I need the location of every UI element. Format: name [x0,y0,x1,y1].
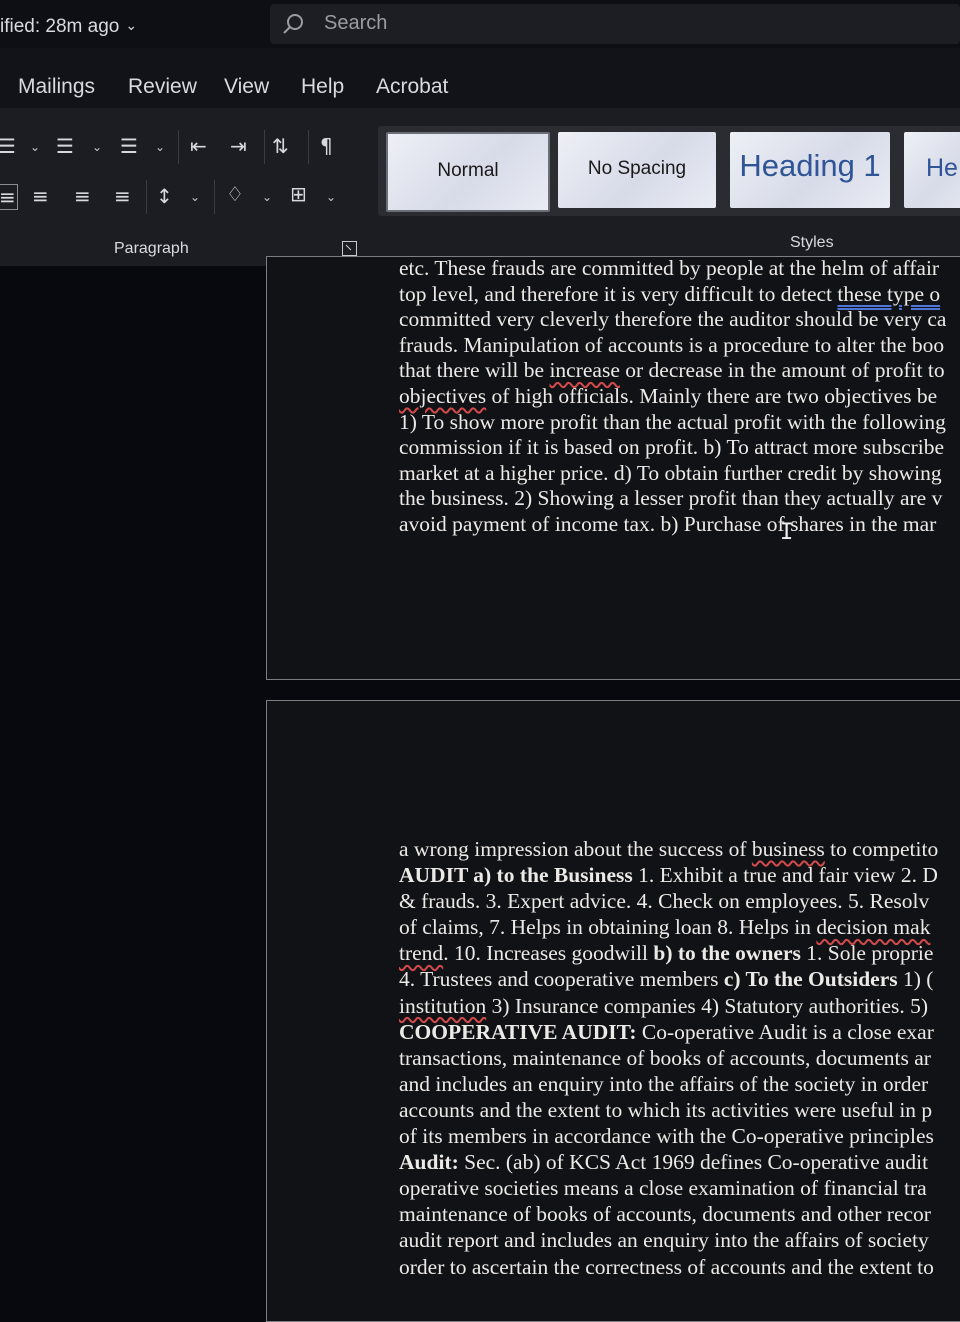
bullets-icon[interactable]: ☰ [0,134,16,158]
text-fragment: Audit: Sec. (ab) of KCS Act 1969 defines… [399,1150,929,1175]
justify-icon[interactable]: ≡ [114,184,131,208]
tab-help[interactable]: Help [301,75,344,99]
text-line: operative societies means a close examin… [399,1176,927,1201]
title-bar: ified: 28m ago ⌄ Search [0,0,960,48]
text-line: of its members in accordance with the Co… [399,1124,934,1149]
text-line: order to ascertain the correctness of ac… [399,1254,934,1279]
text-fragment: that there will be increase or decrease … [399,358,945,383]
multilevel-list-icon[interactable]: ☰ [120,134,138,158]
tab-mailings[interactable]: Mailings [18,75,95,99]
sort-icon[interactable]: ⇅ [272,134,289,158]
chevron-down-icon[interactable]: ⌄ [92,140,102,154]
text-line: institution 3) Insurance companies 4) St… [399,993,938,1019]
text-line: market at a higher price. d) To obtain f… [399,460,942,485]
divider [214,180,215,214]
search-icon [280,12,306,43]
text-line: COOPERATIVE AUDIT: Co-operative Audit is… [399,1019,938,1045]
text-line: & frauds. 3. Expert advice. 4. Check on … [399,889,930,914]
line-spacing-icon[interactable]: ↕ [156,184,173,208]
last-modified-text: ified: 28m ago [0,16,120,37]
text-line: commission if it is based on profit. b) … [399,435,945,460]
borders-icon[interactable]: ⊞ [290,182,307,206]
styles-gallery: Normal No Spacing Heading 1 He [378,126,960,216]
styles-group-label: Styles [790,234,834,251]
text-line: audit report and includes an enquiry int… [399,1228,929,1253]
align-right-icon[interactable]: ≡ [74,184,91,208]
increase-indent-icon[interactable]: ⇥ [230,134,247,158]
text-line: of claims, 7. Helps in obtaining loan 8.… [399,914,938,940]
chevron-down-icon[interactable]: ⌄ [262,190,272,204]
style-normal[interactable]: Normal [386,132,550,212]
chevron-down-icon: ⌄ [125,17,138,33]
text-fragment: institution 3) Insurance companies 4) St… [399,993,929,1018]
text-line: trend. 10. Increases goodwill b) to the … [399,940,938,966]
text-line: top level, and therefore it is very diff… [399,282,946,308]
chevron-down-icon[interactable]: ⌄ [326,190,336,204]
page-1-text[interactable]: etc. These frauds are committed by peopl… [399,256,946,538]
text-line: etc. These frauds are committed by peopl… [399,256,940,280]
text-line: frauds. Manipulation of accounts is a pr… [399,332,945,357]
style-normal-label: Normal [437,160,499,181]
last-modified-button[interactable]: ified: 28m ago ⌄ [0,16,137,38]
text-line: Audit: Sec. (ab) of KCS Act 1969 defines… [399,1149,938,1175]
tab-view[interactable]: View [224,75,269,99]
text-fragment: of claims, 7. Helps in obtaining loan 8.… [399,915,931,940]
search-box[interactable]: Search [270,4,960,44]
style-heading-2-label: He [926,154,958,182]
shading-icon[interactable]: ♢ [226,182,244,206]
text-line: the business. 2) Showing a lesser profit… [399,486,943,511]
text-fragment: a wrong impression about the success of … [399,837,939,861]
divider [146,180,147,214]
paragraph-group-label: Paragraph [114,240,189,257]
chevron-down-icon[interactable]: ⌄ [155,140,165,154]
tab-acrobat[interactable]: Acrobat [376,75,448,99]
text-line: AUDIT a) to the Business 1. Exhibit a tr… [399,862,938,888]
show-formatting-marks-icon[interactable]: ¶ [320,134,333,158]
tab-review[interactable]: Review [128,75,197,99]
style-no-spacing[interactable]: No Spacing [558,132,716,208]
text-line: that there will be increase or decrease … [399,358,946,384]
text-fragment: COOPERATIVE AUDIT: Co-operative Audit is… [399,1019,934,1044]
align-left-icon[interactable]: ≡ [0,184,18,210]
text-fragment: 4. Trustees and cooperative members c) T… [399,967,934,992]
divider [264,130,265,164]
text-line: 1) To show more profit than the actual p… [399,409,946,434]
decrease-indent-icon[interactable]: ⇤ [190,134,207,158]
text-line: transactions, maintenance of books of ac… [399,1045,931,1070]
ribbon-tabs: Mailings Review View Help Acrobat [0,48,960,108]
text-fragment: top level, and therefore it is very diff… [399,281,941,306]
numbering-icon[interactable]: ☰ [56,134,74,158]
text-line: 4. Trustees and cooperative members c) T… [399,966,938,992]
text-line: and includes an enquiry into the affairs… [399,1071,929,1096]
ribbon: ☰ ⌄ ☰ ⌄ ☰ ⌄ ⇤ ⇥ ⇅ ¶ ≡ ≡ ≡ ≡ ↕ ⌄ ♢ ⌄ ⊞ ⌄ … [0,108,960,266]
chevron-down-icon[interactable]: ⌄ [190,190,200,204]
style-heading-2[interactable]: He [904,132,960,208]
divider [178,130,179,164]
chevron-down-icon[interactable]: ⌄ [30,140,40,154]
text-fragment: trend. 10. Increases goodwill b) to the … [399,941,934,966]
search-placeholder: Search [324,12,388,34]
text-line: objectives of high officials. Mainly the… [399,384,946,410]
text-line: maintenance of books of accounts, docume… [399,1202,931,1227]
divider [308,130,309,164]
text-line: committed very cleverly therefore the au… [399,307,947,332]
paragraph-dialog-launcher-icon[interactable] [342,241,357,256]
text-line: a wrong impression about the success of … [399,836,938,862]
page-2-text[interactable]: a wrong impression about the success of … [399,836,938,1280]
text-line: accounts and the extent to which its act… [399,1097,933,1122]
text-line: avoid payment of income tax. b) Purchase… [399,511,937,536]
align-center-icon[interactable]: ≡ [32,184,49,208]
text-fragment: objectives of high officials. Mainly the… [399,383,938,408]
style-heading-1[interactable]: Heading 1 [730,132,890,208]
style-heading-1-label: Heading 1 [739,148,881,183]
style-no-spacing-label: No Spacing [587,158,687,179]
text-cursor-icon: I [780,520,794,545]
text-fragment: AUDIT a) to the Business 1. Exhibit a tr… [399,863,938,888]
